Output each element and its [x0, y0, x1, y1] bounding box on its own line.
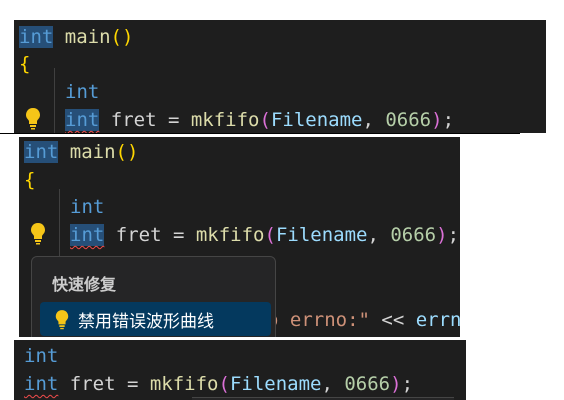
code-line-2: { [19, 52, 30, 76]
quick-fix-title: 快速修复 [52, 275, 117, 294]
keyword-int: int [24, 345, 59, 367]
code-line-3: int [65, 80, 99, 104]
function-call: mkfifo [195, 224, 265, 246]
keyword-int-error[interactable]: int [70, 224, 105, 246]
quick-fix-popup: 快速修复 禁用错误波形曲线 [31, 256, 276, 337]
function-name: main [69, 141, 116, 163]
code-line-1: int main() [24, 141, 139, 163]
keyword-int-error[interactable]: int [65, 109, 100, 131]
divider-line [0, 133, 520, 134]
function-name: main [64, 26, 111, 48]
code-line-1: int main() [19, 26, 134, 48]
keyword-int: int [19, 26, 54, 48]
keyword-int: int [24, 141, 59, 163]
lightbulb-icon[interactable] [29, 221, 47, 245]
indent-guide [54, 68, 55, 133]
editor-panel-3: int int fret = mkfifo(Filename, 0666); [14, 340, 466, 400]
open-brace: { [19, 53, 31, 75]
disable-squiggles-item[interactable]: 禁用错误波形曲线 [40, 302, 271, 336]
lightbulb-icon [55, 310, 69, 330]
code-line-3: int [70, 195, 104, 219]
keyword-int: int [70, 196, 105, 218]
code-line-2: { [24, 168, 35, 192]
function-call: mkfifo [190, 109, 260, 131]
open-brace: { [24, 169, 36, 191]
code-line-4: int fret = mkfifo(Filename, 0666); [70, 224, 460, 246]
code-line-2: int fret = mkfifo(Filename, 0666); [24, 373, 414, 395]
function-call: mkfifo [149, 373, 219, 395]
editor-panel-2: int main() { int int fret = mkfifo(Filen… [19, 137, 460, 337]
editor-panel-1: int main() { int int fret = mkfifo(Filen… [14, 20, 546, 133]
code-line-partial: o errno:" << errn [267, 309, 460, 331]
keyword-int-error[interactable]: int [24, 373, 58, 395]
disable-squiggles-label: 禁用错误波形曲线 [78, 311, 214, 332]
lightbulb-icon[interactable] [24, 106, 42, 130]
keyword-int: int [65, 81, 100, 103]
code-line-1: int [24, 344, 58, 368]
code-line-4: int fret = mkfifo(Filename, 0666); [65, 109, 455, 131]
